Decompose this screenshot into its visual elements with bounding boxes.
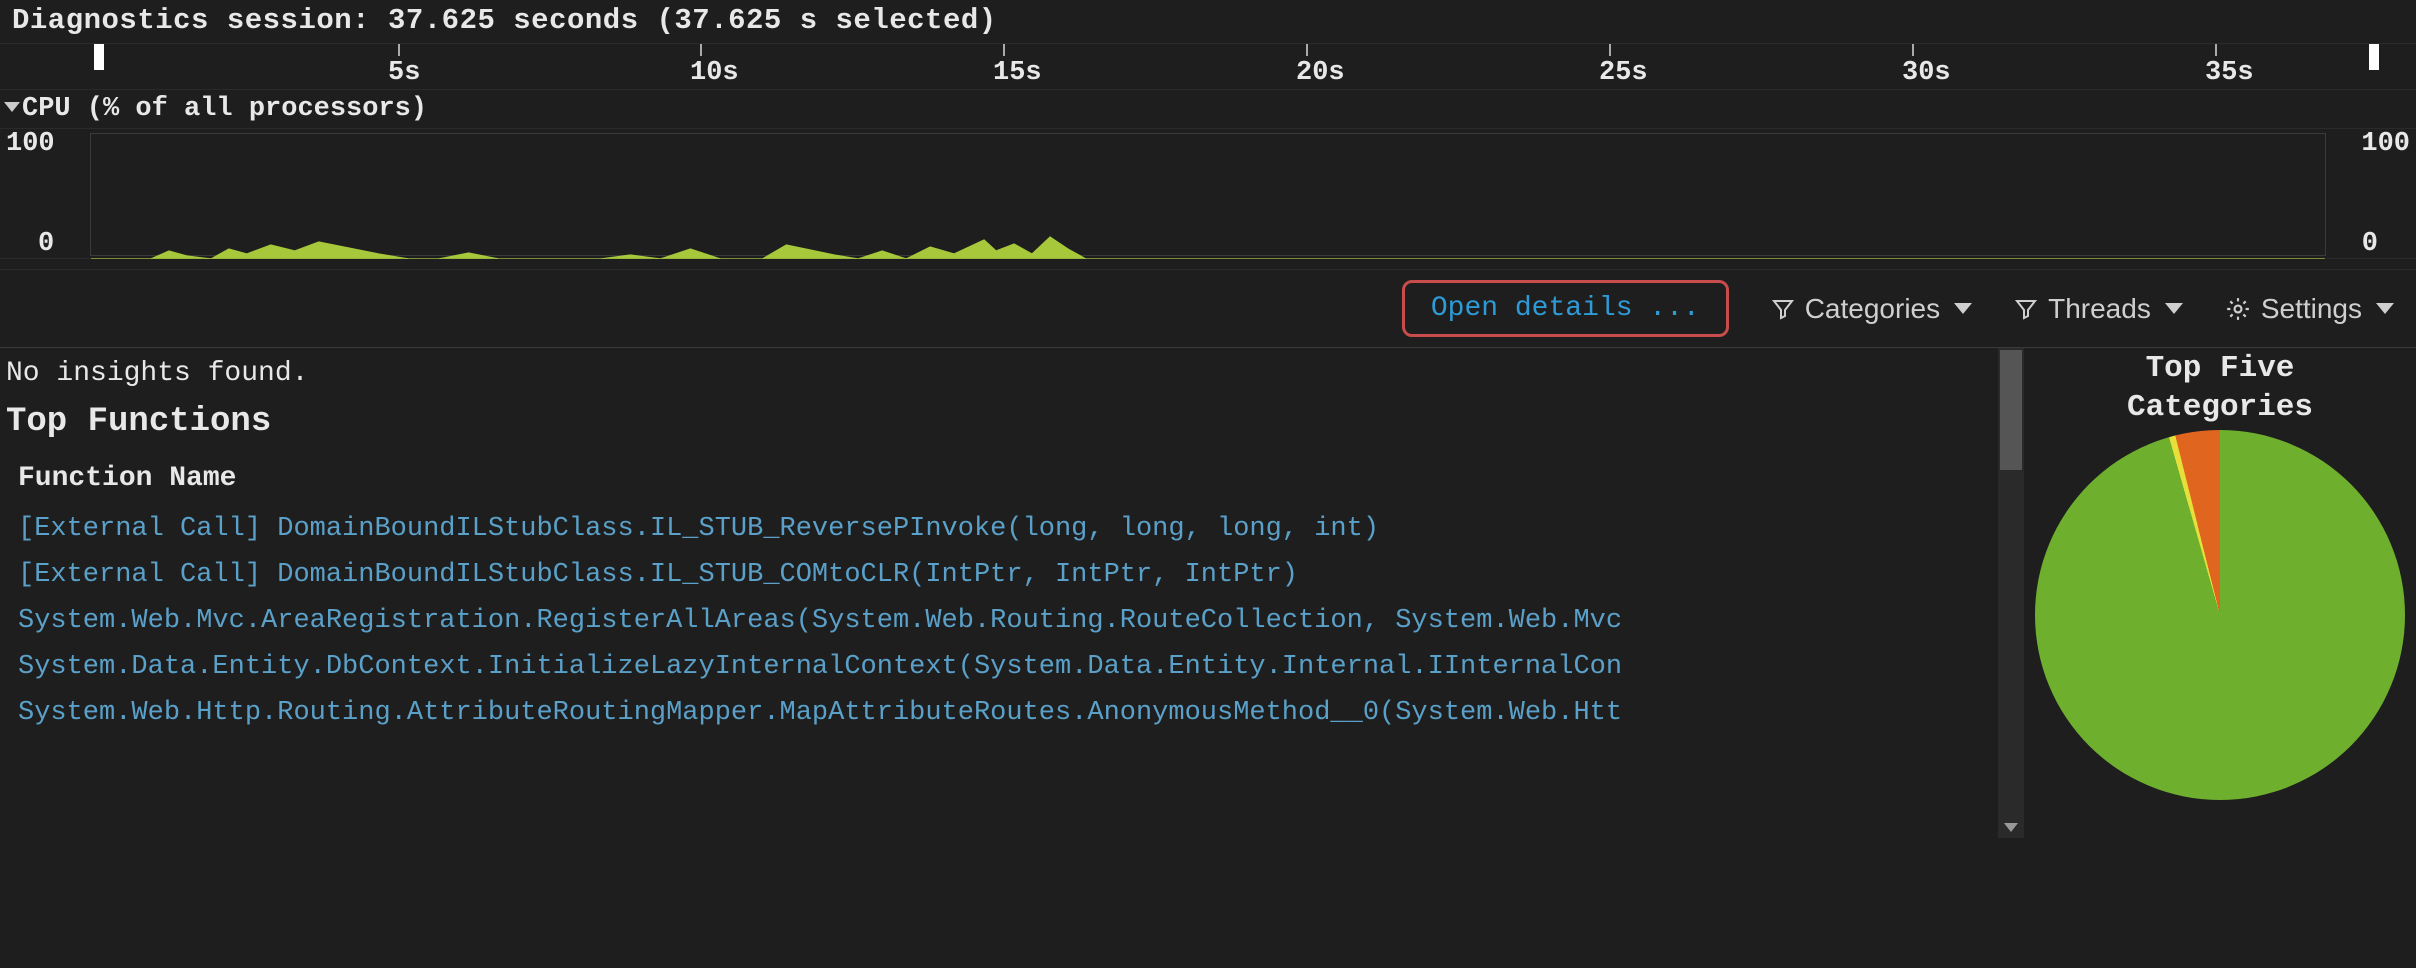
cpu-sparkline xyxy=(91,134,2325,259)
function-row[interactable]: [External Call] DomainBoundILStubClass.I… xyxy=(6,506,2024,552)
categories-dropdown[interactable]: Categories xyxy=(1771,293,1972,325)
scroll-down-icon[interactable] xyxy=(1998,816,2024,838)
settings-label: Settings xyxy=(2261,293,2362,325)
chevron-down-icon xyxy=(2165,303,2183,314)
timeline-ruler[interactable]: 5s 10s 15s 20s 25s 30s 35s xyxy=(0,43,2416,89)
filter-icon xyxy=(1771,297,1795,321)
ruler-tick-label: 35s xyxy=(2205,58,2254,88)
function-row[interactable]: System.Data.Entity.DbContext.InitializeL… xyxy=(6,644,2024,690)
function-row[interactable]: System.Web.Http.Routing.AttributeRouting… xyxy=(6,690,2024,736)
categories-pie-pane: Top FiveCategories xyxy=(2024,348,2416,838)
ruler-tick-label: 5s xyxy=(388,58,420,88)
ruler-tick-label: 10s xyxy=(690,58,739,88)
pie-title: Top FiveCategories xyxy=(2127,350,2313,428)
ruler-handle-right[interactable] xyxy=(2369,44,2379,70)
filter-icon xyxy=(2014,297,2038,321)
cpu-header-label: CPU (% of all processors) xyxy=(22,94,427,124)
categories-label: Categories xyxy=(1805,293,1940,325)
function-row[interactable]: System.Web.Mvc.AreaRegistration.Register… xyxy=(6,598,2024,644)
gear-icon xyxy=(2225,296,2251,322)
ruler-handle-left[interactable] xyxy=(94,44,104,70)
top-functions-title: Top Functions xyxy=(6,397,2024,459)
settings-dropdown[interactable]: Settings xyxy=(2225,293,2394,325)
collapse-icon[interactable] xyxy=(4,102,20,112)
session-title: Diagnostics session: 37.625 seconds (37.… xyxy=(0,0,2416,43)
axis-label: 0 xyxy=(38,229,54,259)
ruler-tick-label: 30s xyxy=(1902,58,1951,88)
ruler-tick-label: 15s xyxy=(993,58,1042,88)
axis-label: 100 xyxy=(2361,129,2410,159)
scroll-thumb[interactable] xyxy=(2000,350,2022,470)
function-name-column[interactable]: Function Name xyxy=(6,459,2024,506)
threads-dropdown[interactable]: Threads xyxy=(2014,293,2183,325)
no-insights-text: No insights found. xyxy=(6,354,2024,397)
pie-chart[interactable] xyxy=(2035,430,2405,800)
toolbar: Open details ... Categories Threads Sett… xyxy=(0,269,2416,348)
scrollbar[interactable] xyxy=(1998,348,2024,838)
ruler-tick-label: 25s xyxy=(1599,58,1648,88)
threads-label: Threads xyxy=(2048,293,2151,325)
ruler-tick-label: 20s xyxy=(1296,58,1345,88)
cpu-graph-area[interactable] xyxy=(90,133,2326,256)
function-row[interactable]: [External Call] DomainBoundILStubClass.I… xyxy=(6,552,2024,598)
axis-label: 0 xyxy=(2362,229,2378,259)
cpu-section-header[interactable]: CPU (% of all processors) xyxy=(0,89,2416,128)
chevron-down-icon xyxy=(1954,303,1972,314)
axis-label: 100 xyxy=(6,129,55,159)
open-details-link[interactable]: Open details ... xyxy=(1402,280,1729,337)
functions-pane: No insights found. Top Functions Functio… xyxy=(0,348,2024,838)
chevron-down-icon xyxy=(2376,303,2394,314)
cpu-graph[interactable]: 100 0 100 0 xyxy=(0,128,2416,259)
